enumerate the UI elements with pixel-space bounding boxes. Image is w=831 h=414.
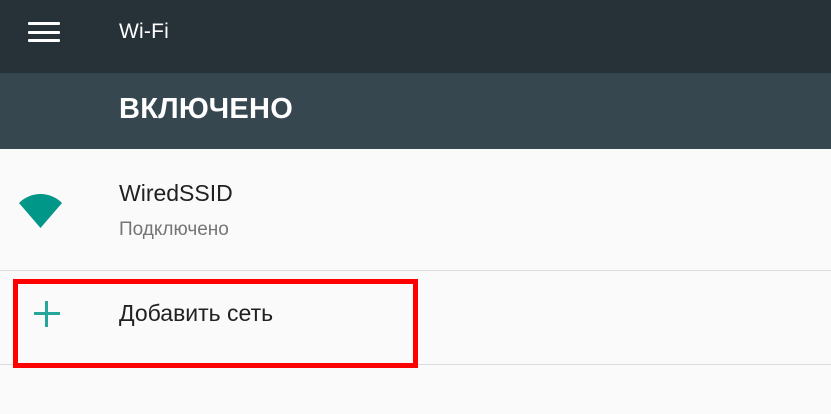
network-name: WiredSSID [119,180,233,206]
menu-button[interactable] [18,12,70,52]
wifi-signal-full-icon [19,194,62,228]
hamburger-menu-icon [28,22,60,42]
add-network-item[interactable]: Добавить сеть [0,271,831,365]
wifi-switch-bar[interactable]: ВКЛЮЧЕНО [0,73,831,149]
network-status: Подключено [119,219,229,240]
network-list: WiredSSID Подключено Добавить сеть [0,149,831,365]
page-title: Wi-Fi [119,20,169,43]
plus-icon [34,301,60,327]
wifi-switch-label: ВКЛЮЧЕНО [119,93,294,125]
add-network-label: Добавить сеть [119,300,274,326]
network-item-wiredssid[interactable]: WiredSSID Подключено [0,149,831,271]
app-bar: Wi-Fi [0,0,831,73]
wifi-settings-screen: Wi-Fi ВКЛЮЧЕНО WiredSSID Подключено Доба… [0,0,831,414]
